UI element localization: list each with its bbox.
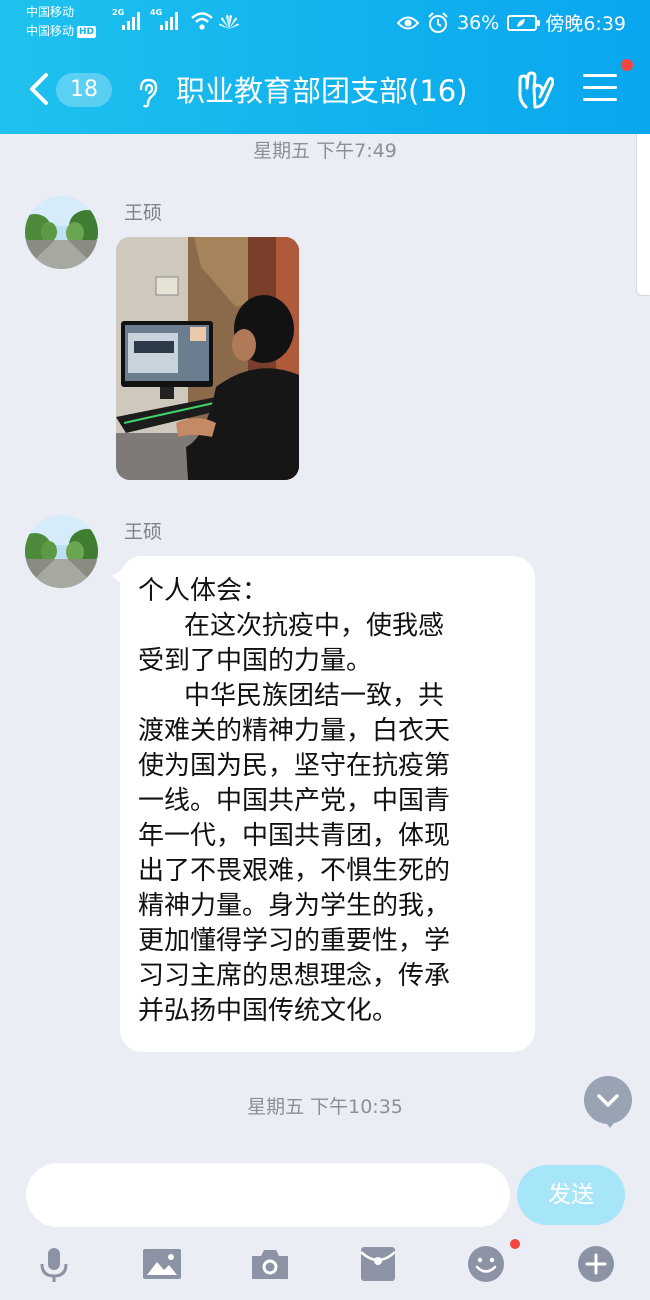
send-button[interactable]: 发送: [517, 1165, 625, 1225]
message-line: 年一代，中国共青团，体现: [138, 821, 451, 851]
avatar[interactable]: [25, 196, 98, 269]
emoji-icon[interactable]: [466, 1244, 506, 1284]
message-line: 更加懂得学习的重要性，学: [138, 926, 451, 956]
chat-title: 职业教育部团支部(16): [176, 74, 468, 108]
message-line: 出了不畏艰难，不惧生死的: [138, 856, 451, 886]
unread-count-badge[interactable]: 18: [56, 73, 112, 107]
chat-header: 18 职业教育部团支部(16): [0, 44, 650, 134]
carrier-1-label: 中国移动: [26, 5, 75, 19]
earpiece-mode-icon: [139, 78, 158, 108]
message-line: 中华民族团结一致，共: [184, 681, 445, 711]
menu-notification-dot: [621, 59, 633, 71]
chat-area[interactable]: 星期五 下午7:49 王硕 王硕 个人体会： 在这次抗疫中，使我感 受到了中国的…: [0, 134, 650, 1144]
sender-name: 王硕: [124, 202, 163, 224]
camera-icon[interactable]: [250, 1244, 290, 1284]
image-icon[interactable]: [142, 1244, 182, 1284]
message-input[interactable]: [26, 1163, 510, 1227]
eye-comfort-icon: [397, 16, 420, 29]
hand-gesture-icon[interactable]: [516, 71, 554, 109]
message-timestamp: 星期五 下午7:49: [253, 140, 397, 162]
battery-percent: 36%: [457, 11, 500, 34]
top-bar: 中国移动 中国移动 HD 2G 4G 36% 傍晚6:39 18 职业教育部团支…: [0, 0, 650, 134]
alarm-icon: [428, 11, 448, 33]
status-right: 36% 傍晚6:39: [397, 9, 626, 36]
message-line: 受到了中国的力量。: [138, 646, 373, 676]
scroll-to-bottom-button[interactable]: [584, 1076, 632, 1128]
battery-icon: [507, 14, 541, 31]
message-line: 渡难关的精神力量，白衣天: [138, 716, 451, 746]
message-line: 在这次抗疫中，使我感: [184, 611, 445, 641]
menu-icon[interactable]: [583, 74, 617, 104]
emoji-notification-dot: [510, 1239, 520, 1249]
avatar[interactable]: [25, 515, 98, 588]
hd-badge: HD: [77, 26, 97, 38]
back-chevron-icon[interactable]: [26, 72, 56, 106]
chevron-down-icon: [597, 1094, 619, 1107]
message-line: 使为国为民，坚守在抗疫第: [138, 751, 451, 781]
carrier-2-label: 中国移动 HD: [26, 24, 97, 38]
message-timestamp: 星期五 下午10:35: [247, 1096, 403, 1118]
wifi-icon: [191, 12, 213, 30]
sender-name: 王硕: [124, 521, 163, 543]
message-bubble[interactable]: 个人体会： 在这次抗疫中，使我感 受到了中国的力量。 中华民族团结一致，共 渡难…: [112, 556, 535, 1052]
message-line: 一线。中国共产党，中国青: [138, 786, 451, 816]
huawei-logo-icon: [219, 15, 239, 29]
message-line: 精神力量。身为学生的我，: [138, 891, 451, 921]
plus-icon[interactable]: [576, 1244, 616, 1284]
input-bar: 发送: [0, 1144, 650, 1300]
red-packet-icon[interactable]: [358, 1244, 398, 1284]
shared-photo[interactable]: [116, 237, 299, 480]
carrier-2-name: 中国移动: [26, 24, 75, 38]
clock-time: 傍晚6:39: [545, 13, 626, 35]
message-line: 并弘扬中国传统文化。: [138, 996, 399, 1026]
message-line: 个人体会：: [138, 576, 269, 606]
message-line: 习习主席的思想理念，传承: [138, 961, 451, 991]
microphone-icon[interactable]: [34, 1244, 74, 1284]
status-bar: 中国移动 中国移动 HD 2G 4G 36% 傍晚6:39: [0, 0, 650, 44]
